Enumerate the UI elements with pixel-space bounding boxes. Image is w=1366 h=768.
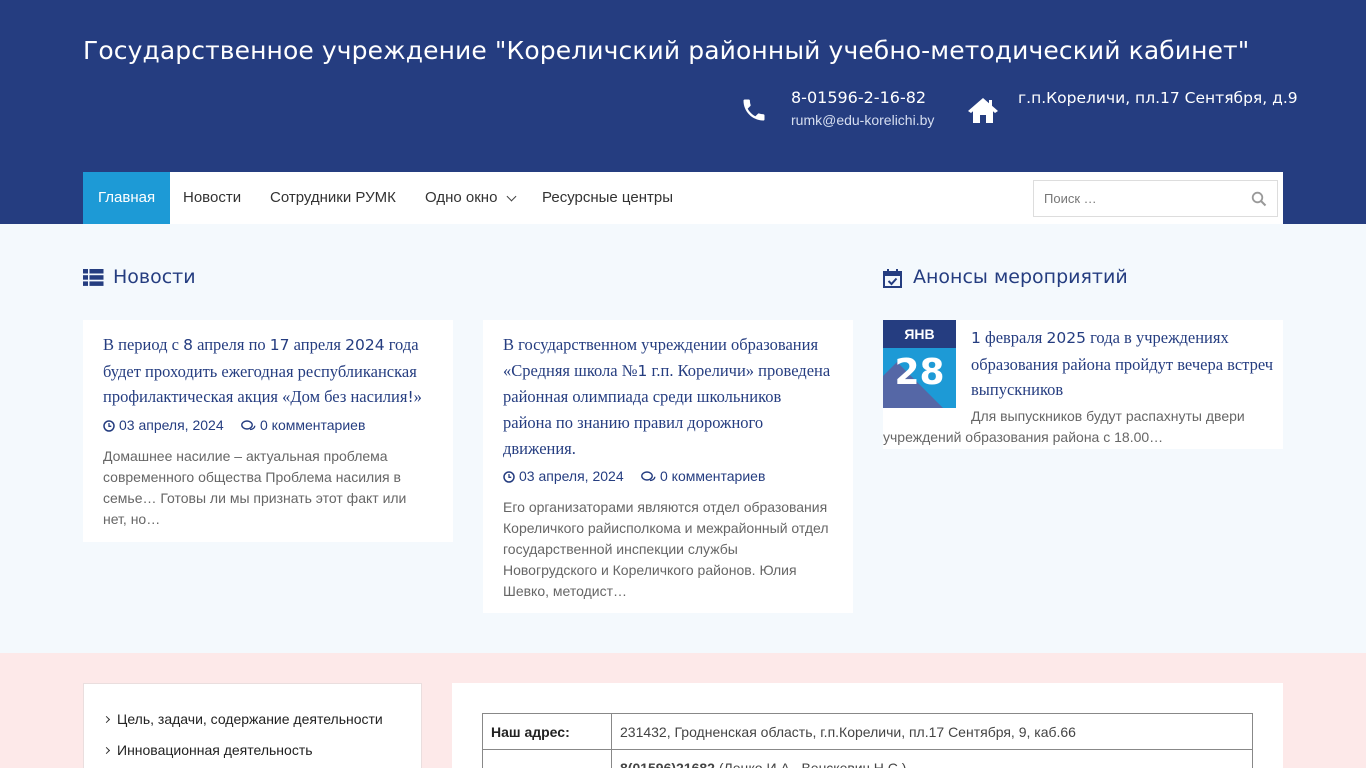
chevron-right-icon (102, 746, 111, 755)
search-icon[interactable] (1251, 191, 1267, 207)
table-cell-label: Наш адрес: (482, 713, 612, 750)
post-date[interactable]: 03 апреля, 2024 (103, 417, 224, 433)
sidebar-link-innovation[interactable]: Инновационная деятельность (102, 742, 313, 758)
table-row: 8(01596)21682 (Лецко И.А., Венскевич Н.С… (482, 749, 1253, 768)
search-form (1033, 180, 1278, 217)
nav-item-staff[interactable]: Сотрудники РУМК (255, 172, 411, 224)
post-date[interactable]: 03 апреля, 2024 (503, 468, 624, 484)
comments-icon (241, 420, 256, 431)
comments-icon (641, 470, 656, 481)
post-excerpt: Его организаторами являются отдел образо… (503, 498, 829, 599)
nav-item-resource-centers[interactable]: Ресурсные центры (527, 172, 688, 224)
calendar-check-icon (883, 269, 902, 293)
table-cell-value: 231432, Гродненская область, г.п.Корелич… (611, 713, 1253, 750)
post-comments[interactable]: 0 комментариев (641, 468, 765, 484)
post-meta: 03 апреля, 2024 0 комментариев (503, 468, 833, 488)
sidebar-menu: Цель, задачи, содержание деятельности Ин… (83, 683, 422, 768)
chevron-right-icon (102, 715, 111, 724)
address-text: г.п.Кореличи, пл.17 Сентября, д.9 (1018, 89, 1298, 107)
site-title[interactable]: Государственное учреждение "Кореличский … (83, 36, 1249, 65)
news-post-title[interactable]: В период с 8 апреля по 17 апреля 2024 го… (103, 332, 433, 411)
table-cell-label (482, 749, 612, 768)
main-navigation: Главная Новости Сотрудники РУМК Одно окн… (83, 172, 1283, 224)
event-date-badge: ЯНВ 28 (883, 320, 956, 408)
news-card: В период с 8 апреля по 17 апреля 2024 го… (83, 320, 453, 542)
sidebar-link-goals[interactable]: Цель, задачи, содержание деятельности (102, 711, 383, 727)
phone-number[interactable]: 8-01596-2-16-82 (791, 88, 934, 107)
event-title[interactable]: 1 февраля 2025 года в учреждениях образо… (971, 325, 1281, 403)
contacts-table: Наш адрес: 231432, Гродненская область, … (482, 713, 1253, 768)
news-post-title[interactable]: В государственном учреждении образования… (503, 332, 833, 462)
events-heading: Анонсы мероприятий (913, 266, 1128, 288)
clock-icon (503, 470, 515, 483)
nav-item-one-window[interactable]: Одно окно (410, 172, 512, 224)
table-cell-value: 8(01596)21682 (Лецко И.А., Венскевич Н.С… (611, 749, 1253, 768)
search-input[interactable] (1034, 181, 1234, 216)
news-card: В государственном учреждении образования… (483, 320, 853, 613)
phone-icon (740, 96, 768, 129)
post-excerpt: Домашнее насилие – актуальная проблема с… (103, 448, 407, 528)
grid-icon (83, 269, 104, 291)
event-day-box: 28 (883, 348, 956, 408)
event-month: ЯНВ (883, 320, 956, 348)
post-meta: 03 апреля, 2024 0 комментариев (103, 417, 433, 437)
clock-icon (103, 420, 115, 432)
event-excerpt: Для выпускников будут распахнуты двери у… (883, 408, 1245, 445)
nav-item-home[interactable]: Главная (83, 172, 171, 224)
news-heading: Новости (113, 266, 196, 288)
nav-item-news[interactable]: Новости (168, 172, 256, 224)
home-icon (967, 96, 999, 129)
contacts-content: Наш адрес: 231432, Гродненская область, … (452, 683, 1283, 768)
email-address[interactable]: rumk@edu-korelichi.by (791, 112, 934, 128)
table-row: Наш адрес: 231432, Гродненская область, … (482, 713, 1253, 750)
post-comments[interactable]: 0 комментариев (241, 417, 365, 433)
event-day: 28 (894, 352, 945, 393)
